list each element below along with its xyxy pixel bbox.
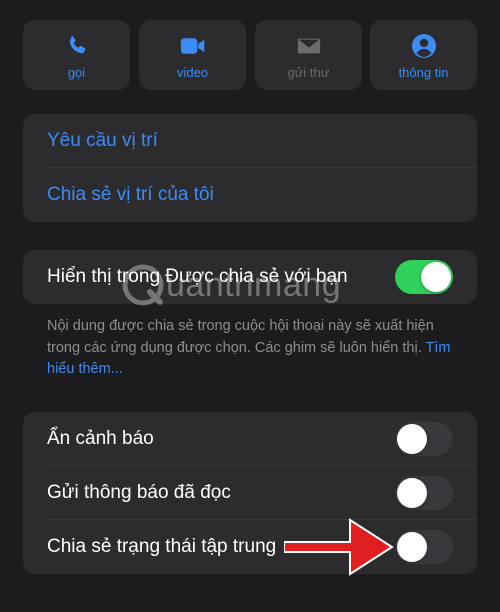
- read-receipts-row: Gửi thông báo đã đọc: [23, 466, 477, 520]
- mail-button[interactable]: gửi thư: [255, 20, 362, 90]
- location-card: Yêu cầu vị trí Chia sẻ vị trí của tôi: [23, 114, 477, 222]
- shared-with-you-note-text: Nội dung được chia sẻ trong cuộc hội tho…: [47, 318, 434, 356]
- toggle-knob: [397, 532, 427, 562]
- info-button[interactable]: thông tin: [370, 20, 477, 90]
- read-receipts-label: Gửi thông báo đã đọc: [47, 482, 231, 503]
- call-button[interactable]: gọi: [23, 20, 130, 90]
- hide-alerts-row: Ẩn cảnh báo: [23, 412, 477, 466]
- shared-with-you-note: Nội dung được chia sẻ trong cuộc hội tho…: [47, 316, 467, 381]
- video-label: video: [176, 64, 209, 80]
- shared-with-you-label: Hiển thị trong Được chia sẻ với bạn: [47, 266, 348, 287]
- shared-with-you-card: Hiển thị trong Được chia sẻ với bạn: [23, 250, 477, 304]
- envelope-icon: [296, 33, 322, 59]
- hide-alerts-toggle[interactable]: [395, 422, 453, 456]
- phone-icon: [64, 33, 90, 59]
- toggle-knob: [397, 424, 427, 454]
- red-arrow-icon: [284, 518, 394, 576]
- info-label: thông tin: [398, 64, 449, 80]
- read-receipts-toggle[interactable]: [395, 476, 453, 510]
- share-focus-status-toggle[interactable]: [395, 530, 453, 564]
- video-button[interactable]: video: [139, 20, 246, 90]
- person-circle-icon: [411, 33, 437, 59]
- toggle-knob: [421, 262, 451, 292]
- share-focus-status-label: Chia sẻ trạng thái tập trung: [47, 536, 277, 557]
- share-location-row[interactable]: Chia sẻ vị trí của tôi: [23, 168, 477, 222]
- request-location-row[interactable]: Yêu cầu vị trí: [23, 114, 477, 168]
- share-focus-status-row: Chia sẻ trạng thái tập trung: [23, 520, 477, 574]
- video-camera-icon: [180, 33, 206, 59]
- toggle-knob: [397, 478, 427, 508]
- shared-with-you-row: Hiển thị trong Được chia sẻ với bạn: [23, 250, 477, 304]
- mail-label: gửi thư: [287, 64, 330, 80]
- share-location-label: Chia sẻ vị trí của tôi: [47, 184, 214, 205]
- request-location-label: Yêu cầu vị trí: [47, 130, 158, 151]
- hide-alerts-label: Ẩn cảnh báo: [47, 428, 154, 449]
- call-label: gọi: [67, 64, 86, 80]
- contact-action-bar: gọi video gửi thư thông tin: [23, 20, 477, 90]
- shared-with-you-toggle[interactable]: [395, 260, 453, 294]
- settings-card: Ẩn cảnh báo Gửi thông báo đã đọc Chia sẻ…: [23, 412, 477, 574]
